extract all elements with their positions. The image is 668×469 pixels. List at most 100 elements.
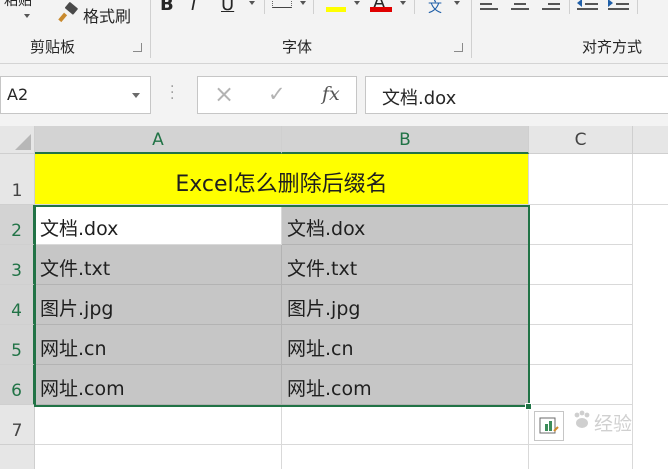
quick-analysis-button[interactable]: [534, 411, 564, 441]
title-text: Excel怎么删除后缀名: [175, 172, 388, 197]
column-header-d[interactable]: [633, 126, 668, 154]
phonetic-guide-icon[interactable]: 文: [428, 0, 442, 17]
divider: [637, 0, 638, 14]
cell-text: 文档.dox: [40, 218, 119, 240]
increase-indent-icon[interactable]: [608, 0, 630, 12]
row-header-2[interactable]: 2: [0, 205, 35, 245]
name-box-dropdown-icon[interactable]: [132, 93, 140, 98]
select-all-icon: [15, 134, 31, 150]
align-right-icon[interactable]: [540, 0, 560, 12]
font-color-bar: [370, 7, 392, 12]
cell-a2[interactable]: 文档.dox: [35, 205, 282, 245]
cell-d1[interactable]: [633, 154, 668, 205]
cell-text: 文件.txt: [40, 258, 111, 280]
cell-b4[interactable]: 图片.jpg: [282, 285, 529, 325]
group-label-font: 字体: [282, 38, 313, 56]
cell-b8[interactable]: [282, 445, 529, 469]
worksheet-grid: A B C 1 2 3 4 5 6 7 Excel怎么删除后缀名 文档.dox …: [0, 126, 668, 469]
paste-button-label[interactable]: 粘贴: [4, 0, 32, 10]
row-number: 7: [11, 421, 23, 441]
cell-text: 网址.cn: [40, 338, 107, 360]
fill-handle[interactable]: [525, 403, 532, 410]
cell-c6[interactable]: [529, 365, 633, 405]
cell-b3[interactable]: 文件.txt: [282, 245, 529, 285]
divider: [264, 0, 265, 14]
row-header-4[interactable]: 4: [0, 285, 35, 325]
group-separator: [150, 0, 151, 58]
highlight-bar: [326, 7, 346, 12]
format-painter-icon: [58, 2, 78, 23]
cell-c8[interactable]: [529, 445, 633, 469]
underline-button[interactable]: U: [221, 0, 234, 15]
cell-b7[interactable]: [282, 405, 529, 445]
cell-a5[interactable]: 网址.cn: [35, 325, 282, 365]
cell-c5[interactable]: [529, 325, 633, 365]
cell-text: 网址.cn: [287, 338, 354, 360]
cell-text: 文档.dox: [287, 218, 366, 240]
formula-input[interactable]: 文档.dox: [365, 76, 668, 114]
row-header-7[interactable]: 7: [0, 405, 35, 445]
insert-function-icon[interactable]: fx: [322, 83, 340, 105]
splitter-handle-icon[interactable]: · · ·: [170, 80, 174, 106]
name-box-value: A2: [7, 85, 29, 104]
font-launcher-icon[interactable]: [454, 43, 463, 52]
format-painter-label: 格式刷: [83, 7, 132, 26]
borders-dropdown-icon[interactable]: [300, 1, 306, 5]
column-header-c[interactable]: C: [529, 126, 633, 154]
underline-dropdown-icon[interactable]: [249, 1, 255, 5]
align-left-icon[interactable]: [480, 0, 500, 12]
cell-text: 网址.com: [40, 378, 125, 400]
cell-a4[interactable]: 图片.jpg: [35, 285, 282, 325]
row-number: 4: [11, 301, 22, 321]
cell-a8[interactable]: [35, 445, 282, 469]
cell-b2[interactable]: 文档.dox: [282, 205, 529, 245]
cell-text: 文件.txt: [287, 258, 358, 280]
divider: [569, 0, 570, 14]
cell-c2[interactable]: [529, 205, 633, 245]
cell-text: 网址.com: [287, 378, 372, 400]
cell-b5[interactable]: 网址.cn: [282, 325, 529, 365]
cell-a7[interactable]: [35, 405, 282, 445]
cell-text: 图片.jpg: [40, 298, 114, 320]
highlight-dropdown-icon[interactable]: [354, 1, 360, 5]
enter-icon[interactable]: ✓: [268, 82, 286, 106]
format-painter-button[interactable]: 格式刷: [56, 0, 140, 26]
select-all-button[interactable]: [0, 126, 35, 154]
bold-button[interactable]: B: [160, 0, 174, 15]
cell-b6[interactable]: 网址.com: [282, 365, 529, 405]
formula-bar: A2 · · · × ✓ fx 文档.dox: [0, 64, 668, 126]
paste-dropdown-icon[interactable]: [24, 14, 30, 18]
row-number: 3: [11, 261, 22, 281]
cell-c4[interactable]: [529, 285, 633, 325]
cell-a3[interactable]: 文件.txt: [35, 245, 282, 285]
cancel-icon[interactable]: ×: [214, 80, 234, 108]
column-header-a[interactable]: A: [35, 126, 282, 154]
row-header-8[interactable]: [0, 445, 35, 469]
cell-c3[interactable]: [529, 245, 633, 285]
row-number: 5: [11, 341, 22, 361]
align-center-icon[interactable]: [510, 0, 530, 12]
phonetic-dropdown-icon[interactable]: [454, 1, 460, 5]
title-cell-a1[interactable]: Excel怎么删除后缀名: [35, 154, 529, 205]
font-color-dropdown-icon[interactable]: [400, 1, 406, 5]
italic-button[interactable]: I: [191, 0, 196, 15]
column-header-b[interactable]: B: [282, 126, 529, 154]
divider: [313, 0, 314, 14]
cell-c1[interactable]: [529, 154, 633, 205]
cell-a6[interactable]: 网址.com: [35, 365, 282, 405]
borders-icon[interactable]: [272, 0, 292, 8]
watermark-paw-icon: [574, 410, 590, 428]
group-separator: [471, 0, 472, 58]
group-label-alignment: 对齐方式: [582, 38, 643, 56]
row-number: 6: [11, 381, 22, 401]
clipboard-launcher-icon[interactable]: [133, 43, 142, 52]
row-header-3[interactable]: 3: [0, 245, 35, 285]
group-label-clipboard: 剪贴板: [30, 38, 76, 56]
row-header-1[interactable]: 1: [0, 154, 35, 205]
font-color-icon[interactable]: A: [370, 0, 392, 14]
row-header-6[interactable]: 6: [0, 365, 35, 405]
highlight-icon[interactable]: [326, 0, 346, 12]
row-header-5[interactable]: 5: [0, 325, 35, 365]
name-box[interactable]: A2: [0, 76, 151, 114]
decrease-indent-icon[interactable]: [577, 0, 599, 12]
